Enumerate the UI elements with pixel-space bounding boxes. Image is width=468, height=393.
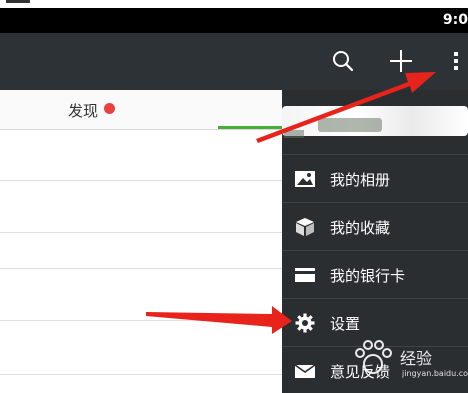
menu-item-favorites[interactable]: 我的收藏 <box>282 202 468 250</box>
top-strip-mark <box>6 0 30 3</box>
menu-item-label: 我的相册 <box>330 171 391 189</box>
new-badge-dot <box>104 103 115 114</box>
watermark: 经验 jingyan.baidu.com <box>350 337 468 383</box>
watermark-url: jingyan.baidu.com <box>402 369 468 378</box>
tab-indicator <box>218 126 288 129</box>
menu-item-label: 我的收藏 <box>330 219 391 237</box>
status-time: 9:0 <box>442 12 468 28</box>
redacted-profile-mark <box>318 118 382 132</box>
avatar <box>284 130 304 138</box>
menu-item-bank-card[interactable]: 我的银行卡 <box>282 250 468 298</box>
mail-icon <box>294 364 316 378</box>
plus-icon <box>390 50 412 72</box>
list-divider <box>0 232 290 233</box>
more-vertical-icon <box>454 52 458 70</box>
top-strip <box>0 0 468 8</box>
cube-icon <box>296 218 314 236</box>
watermark-text: 经验 <box>400 349 433 368</box>
search-button[interactable] <box>329 47 357 75</box>
gear-icon <box>295 313 315 333</box>
tab-discover[interactable]: 发现 <box>68 100 98 121</box>
list-divider <box>0 320 290 321</box>
menu-profile-item[interactable] <box>282 90 468 154</box>
action-bar <box>0 33 468 90</box>
menu-item-album[interactable]: 我的相册 <box>282 154 468 202</box>
list-divider <box>0 374 290 375</box>
add-button[interactable] <box>387 47 415 75</box>
search-icon <box>333 51 354 72</box>
status-bar: 9:0 <box>0 8 468 33</box>
menu-item-label: 我的银行卡 <box>330 267 406 285</box>
list-divider <box>0 180 290 181</box>
list-divider <box>0 268 290 269</box>
card-icon <box>295 268 315 282</box>
image-icon <box>295 171 315 187</box>
menu-item-label: 设置 <box>330 315 361 333</box>
more-menu-button[interactable] <box>446 47 466 75</box>
paw-icon <box>355 340 392 374</box>
